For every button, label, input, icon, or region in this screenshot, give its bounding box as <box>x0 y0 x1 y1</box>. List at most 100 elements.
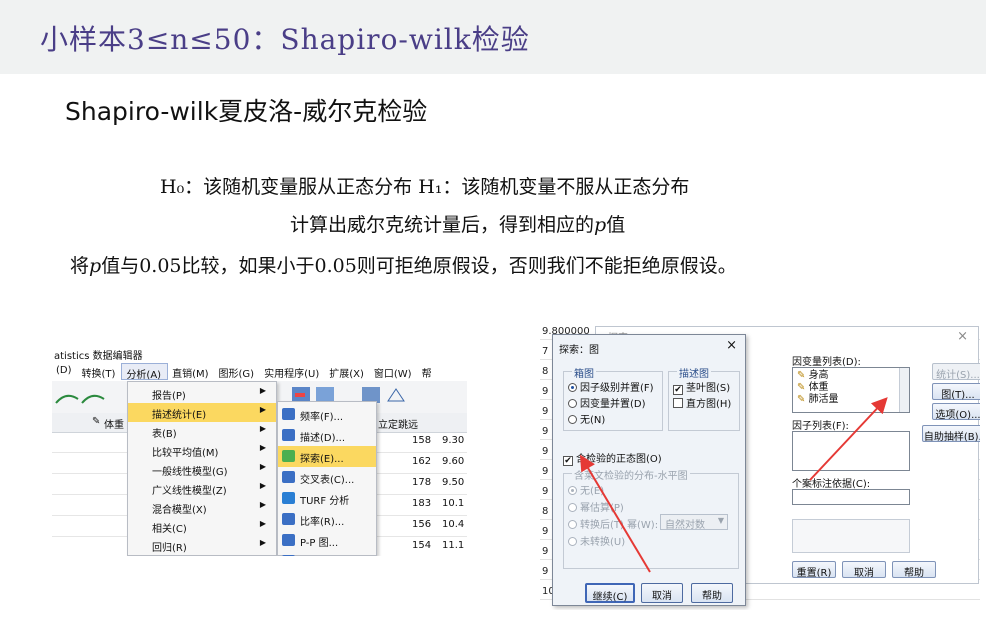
spread-option[interactable]: 转换后(T) <box>568 516 624 531</box>
menu-item-label: 比较平均值(M) <box>152 448 219 459</box>
chevron-right-icon: ▶ <box>259 519 266 528</box>
radio-icon[interactable] <box>568 520 577 529</box>
boxplot-option[interactable]: 无(N) <box>568 411 605 426</box>
case-label-field[interactable] <box>792 489 910 505</box>
menu-8[interactable]: 帮 <box>418 363 438 380</box>
explore-side-button[interactable]: 统计(S)... <box>932 363 980 381</box>
option-label: 因变量并置(D) <box>580 399 646 410</box>
menu-0[interactable]: (D) <box>52 363 78 380</box>
radio-icon[interactable] <box>568 399 577 408</box>
analyze-menu-item[interactable]: 报告(P) ▶ <box>128 384 276 403</box>
explore-side-button[interactable]: 自助抽样(B)... <box>922 425 980 443</box>
descriptive-option[interactable]: 直方图(H) <box>673 395 731 410</box>
grid-cell[interactable]: 11.1 <box>442 540 464 551</box>
continue-button[interactable]: 继续(C) <box>585 583 635 603</box>
submenu-item[interactable]: 频率(F)... <box>278 404 376 425</box>
submenu-item[interactable]: 比率(R)... <box>278 509 376 530</box>
submenu-item[interactable]: 交叉表(C)... <box>278 467 376 488</box>
menu-2[interactable]: 分析(A) <box>121 363 169 381</box>
analyze-menu-item[interactable]: 相关(C) ▶ <box>128 517 276 536</box>
grid-cell[interactable]: 9.60 <box>442 456 464 467</box>
case-panel <box>792 519 910 553</box>
help-button[interactable]: 帮助 <box>691 583 733 603</box>
boxplot-option[interactable]: 因变量并置(D) <box>568 395 646 410</box>
submenu-item[interactable]: 描述(D)... <box>278 425 376 446</box>
menu-5[interactable]: 实用程序(U) <box>260 363 325 380</box>
spread-option[interactable]: 未转换(U) <box>568 533 625 548</box>
background-cell: 9 <box>542 526 549 537</box>
menu-6[interactable]: 扩展(X) <box>325 363 370 380</box>
grid-cell[interactable]: 154 <box>412 540 431 551</box>
analyze-menu-item[interactable]: 表(B) ▶ <box>128 422 276 441</box>
col-weight[interactable]: 体重 <box>104 416 124 431</box>
radio-icon[interactable] <box>568 537 577 546</box>
menu-item-label: 相关(C) <box>152 524 187 535</box>
menu-item-label: 混合模型(X) <box>152 505 207 516</box>
spread-option[interactable]: 无(E) <box>568 482 604 497</box>
col-standing-jump[interactable]: 立定跳远 <box>378 416 418 431</box>
menu-1[interactable]: 转换(T) <box>78 363 122 380</box>
close-icon[interactable]: × <box>957 329 968 344</box>
list-scrollbar[interactable] <box>899 368 909 412</box>
explore-side-button[interactable]: 选项(O)... <box>932 403 980 421</box>
statistic-line: 计算出威尔克统计量后，得到相应的p值 <box>290 210 625 237</box>
radio-icon[interactable] <box>568 415 577 424</box>
grid-cell[interactable]: 178 <box>412 477 431 488</box>
checkbox-icon[interactable]: ✔ <box>563 456 573 466</box>
menu-3[interactable]: 直销(M) <box>168 363 214 380</box>
explore-bottom-button[interactable]: 重置(R) <box>792 561 836 579</box>
analyze-menu-item[interactable]: 回归(R) ▶ <box>128 536 276 555</box>
grid-cell[interactable]: 162 <box>412 456 431 467</box>
grid-cell[interactable]: 183 <box>412 498 431 509</box>
decision-suffix: 值与0.05比较，如果小于0.05则可拒绝原假设，否则我们不能拒绝原假设。 <box>101 255 737 277</box>
analyze-menu-item[interactable]: 比较平均值(M) ▶ <box>128 441 276 460</box>
power-select[interactable]: 自然对数 ▼ <box>660 514 728 531</box>
close-icon[interactable]: × <box>726 338 737 353</box>
dependent-item[interactable]: ✎ 肺活量 <box>797 394 905 406</box>
background-cell: 9 <box>542 386 549 397</box>
grid-cell[interactable]: 10.4 <box>442 519 464 530</box>
analyze-menu-item[interactable]: 描述统计(E) ▶ <box>128 403 276 422</box>
grid-cell[interactable]: 10.1 <box>442 498 464 509</box>
explore-bottom-button[interactable]: 帮助 <box>892 561 936 579</box>
spread-option[interactable]: 幂估算(P) <box>568 499 624 514</box>
submenu-item[interactable]: 探索(E)... <box>278 446 376 467</box>
chevron-right-icon: ▶ <box>259 443 266 452</box>
cancel-button[interactable]: 取消 <box>641 583 683 603</box>
explore-side-button[interactable]: 图(T)... <box>932 383 980 401</box>
submenu-item-label: 频率(F)... <box>300 412 344 423</box>
factor-list[interactable] <box>792 431 910 471</box>
grid-cell[interactable]: 9.30 <box>442 435 464 446</box>
grid-cell[interactable]: 9.50 <box>442 477 464 488</box>
submenu-item[interactable]: TURF 分析 <box>278 488 376 509</box>
normality-plot-checkbox[interactable]: ✔ 含检验的正态图(O) <box>563 450 662 466</box>
analyze-menu-item[interactable]: 广义线性模型(Z) ▶ <box>128 479 276 498</box>
checkbox-icon[interactable]: ✔ <box>673 385 683 395</box>
submenu-item[interactable]: Q-Q 图... <box>278 551 376 556</box>
decision-prefix: 将 <box>70 255 90 277</box>
grid-cell[interactable]: 158 <box>412 435 431 446</box>
radio-icon[interactable] <box>568 486 577 495</box>
analyze-menu-item[interactable]: 混合模型(X) ▶ <box>128 498 276 517</box>
plots-title: 探索：图 <box>559 345 599 356</box>
radio-icon[interactable] <box>568 503 577 512</box>
submenu-item[interactable]: P-P 图... <box>278 530 376 551</box>
explore-bottom-button[interactable]: 取消 <box>842 561 886 579</box>
dependent-item[interactable]: ✎ 身高 <box>797 370 905 382</box>
boxplot-option[interactable]: 因子级别并置(F) <box>568 379 654 394</box>
background-cell: 9 <box>542 406 549 417</box>
undo-redo-icon[interactable] <box>52 383 112 413</box>
checkbox-icon[interactable] <box>673 398 683 408</box>
dependent-item[interactable]: ✎ 体重 <box>797 382 905 394</box>
descriptive-group: 描述图 ✔ 茎叶图(S) 直方图(H) <box>668 365 740 431</box>
background-cell: 9 <box>542 426 549 437</box>
menu-7[interactable]: 窗口(W) <box>370 363 418 380</box>
analyze-menu-item[interactable]: 一般线性模型(G) ▶ <box>128 460 276 479</box>
dependent-list[interactable]: ✎ 身高 ✎ 体重 ✎ 肺活量 <box>792 367 910 413</box>
radio-icon[interactable] <box>568 383 577 392</box>
spss-menubar: (D) 转换(T) 分析(A) 直销(M) 图形(G) 实用程序(U) 扩展(X) 窗口(W)… <box>52 363 467 381</box>
chevron-right-icon: ▶ <box>259 481 266 490</box>
grid-cell[interactable]: 156 <box>412 519 431 530</box>
menu-4[interactable]: 图形(G) <box>215 363 261 380</box>
descriptive-option[interactable]: ✔ 茎叶图(S) <box>673 379 730 395</box>
